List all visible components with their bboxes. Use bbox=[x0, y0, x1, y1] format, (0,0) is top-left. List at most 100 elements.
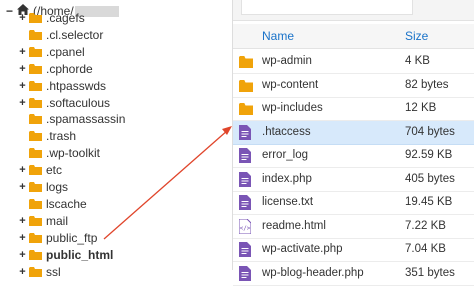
table-row[interactable]: wp-activate.php 7.04 KB bbox=[233, 238, 474, 262]
folder-icon bbox=[29, 215, 42, 226]
file-code-icon: </> bbox=[238, 218, 253, 234]
svg-text:</>: </> bbox=[240, 225, 251, 232]
file-size: 4 KB bbox=[405, 55, 430, 67]
file-name: .htaccess bbox=[262, 125, 311, 138]
folder-icon bbox=[29, 148, 42, 159]
tree-item[interactable]: + etc bbox=[18, 162, 62, 178]
expand-toggle[interactable]: + bbox=[18, 215, 27, 227]
tree-item[interactable]: .cl.selector bbox=[18, 27, 103, 43]
table-row[interactable]: wp-admin 4 KB bbox=[233, 50, 474, 74]
expand-toggle[interactable]: + bbox=[18, 266, 27, 278]
tree-item-label: .htpasswds bbox=[46, 78, 107, 93]
tree-item-label: ssl bbox=[46, 264, 61, 279]
folder-icon bbox=[29, 249, 42, 260]
file-size: 351 bytes bbox=[405, 266, 455, 279]
file-name: wp-admin bbox=[262, 55, 312, 67]
tree-item[interactable]: lscache bbox=[18, 196, 87, 212]
file-size: 7.04 KB bbox=[405, 243, 446, 255]
folder-icon bbox=[29, 232, 42, 243]
file-name: wp-activate.php bbox=[262, 243, 343, 255]
tree-item[interactable]: + public_html bbox=[18, 247, 113, 263]
expand-toggle[interactable]: + bbox=[18, 249, 27, 261]
table-row[interactable]: license.txt 19.45 KB bbox=[233, 191, 474, 215]
expand-toggle[interactable]: + bbox=[18, 12, 27, 24]
expand-toggle[interactable]: + bbox=[18, 164, 27, 176]
folder-icon bbox=[29, 63, 42, 74]
table-row[interactable]: .htaccess 704 bytes bbox=[233, 120, 474, 145]
file-list-panel: Name Size wp-admin 4 KB wp-content 82 bytes… bbox=[232, 0, 474, 286]
file-size: 7.22 KB bbox=[405, 219, 446, 232]
folder-icon bbox=[29, 13, 42, 23]
column-header-size[interactable]: Size bbox=[405, 29, 428, 43]
expand-toggle[interactable]: + bbox=[18, 63, 27, 75]
file-name: wp-content bbox=[262, 78, 319, 91]
tree-item-label: .cl.selector bbox=[46, 27, 104, 42]
tree-item-label: .cphorde bbox=[46, 61, 93, 76]
folder-icon bbox=[29, 80, 42, 91]
table-row[interactable]: error_log 92.59 KB bbox=[233, 144, 474, 168]
file-name: error_log bbox=[262, 149, 309, 161]
expand-toggle[interactable]: + bbox=[18, 181, 27, 193]
folder-icon bbox=[239, 78, 253, 93]
file-size: 92.59 KB bbox=[405, 149, 453, 161]
tree-item-label: logs bbox=[46, 180, 69, 194]
tree-item[interactable]: .spamassassin bbox=[18, 111, 125, 127]
table-row[interactable]: wp-includes 12 KB bbox=[233, 97, 474, 121]
file-text-icon bbox=[239, 195, 253, 210]
tree-item[interactable]: + mail bbox=[18, 213, 68, 229]
folder-icon bbox=[29, 46, 42, 57]
file-size: 12 KB bbox=[405, 102, 437, 114]
expand-toggle[interactable]: + bbox=[18, 46, 27, 58]
tree-item-label: lscache bbox=[46, 196, 87, 211]
tree-item[interactable]: + .softaculous bbox=[18, 95, 110, 111]
folder-icon bbox=[29, 266, 42, 277]
expand-toggle[interactable]: + bbox=[18, 232, 27, 244]
tree-item[interactable]: + .cagefs bbox=[18, 10, 85, 26]
file-name: index.php bbox=[262, 172, 312, 185]
tree-item[interactable]: + logs bbox=[18, 179, 68, 195]
file-text-icon bbox=[239, 171, 253, 187]
tree-item[interactable]: + .htpasswds bbox=[18, 78, 106, 94]
tree-item[interactable]: + .cpanel bbox=[18, 44, 85, 60]
tree-item[interactable]: + public_ftp bbox=[18, 230, 97, 246]
table-row[interactable]: wp-blog-header.php 351 bytes bbox=[233, 262, 474, 286]
folder-icon bbox=[29, 114, 42, 125]
collapse-toggle[interactable]: − bbox=[6, 4, 15, 18]
folder-icon bbox=[29, 29, 42, 40]
folder-icon bbox=[29, 182, 42, 192]
folder-icon bbox=[29, 165, 42, 176]
file-size: 704 bytes bbox=[405, 125, 455, 138]
expand-toggle[interactable]: + bbox=[18, 80, 27, 92]
table-row[interactable]: </> readme.html 7.22 KB bbox=[233, 215, 474, 239]
file-text-icon bbox=[239, 124, 253, 140]
folder-icon bbox=[29, 97, 42, 108]
path-field[interactable] bbox=[241, 0, 413, 15]
toolbar bbox=[233, 0, 474, 21]
table-header: Name Size bbox=[233, 24, 474, 49]
tree-item[interactable]: + .cphorde bbox=[18, 61, 93, 77]
file-name: readme.html bbox=[262, 219, 326, 232]
tree-item-label: .cpanel bbox=[46, 44, 85, 59]
file-name: license.txt bbox=[262, 196, 314, 208]
folder-icon bbox=[239, 54, 253, 69]
table-row[interactable]: wp-content 82 bytes bbox=[233, 74, 474, 98]
tree-item[interactable]: .wp-toolkit bbox=[18, 145, 100, 161]
tree-item-label: .spamassassin bbox=[46, 112, 126, 127]
file-size: 19.45 KB bbox=[405, 196, 453, 208]
file-text-icon bbox=[239, 265, 253, 281]
folder-icon bbox=[239, 101, 253, 116]
folder-icon bbox=[29, 131, 42, 142]
file-text-icon bbox=[239, 148, 253, 163]
tree-item-label: .cagefs bbox=[46, 11, 85, 25]
column-header-name[interactable]: Name bbox=[262, 29, 294, 43]
file-name: wp-blog-header.php bbox=[262, 266, 364, 279]
tree-item-label: .softaculous bbox=[46, 95, 111, 110]
expand-toggle[interactable]: + bbox=[18, 97, 27, 109]
file-size: 82 bytes bbox=[405, 78, 449, 91]
tree-item-label: .trash bbox=[46, 129, 77, 144]
tree-item[interactable]: + ssl bbox=[18, 264, 61, 280]
file-name: wp-includes bbox=[262, 102, 323, 114]
file-size: 405 bytes bbox=[405, 172, 455, 185]
tree-item[interactable]: .trash bbox=[18, 128, 76, 144]
table-row[interactable]: index.php 405 bytes bbox=[233, 168, 474, 192]
